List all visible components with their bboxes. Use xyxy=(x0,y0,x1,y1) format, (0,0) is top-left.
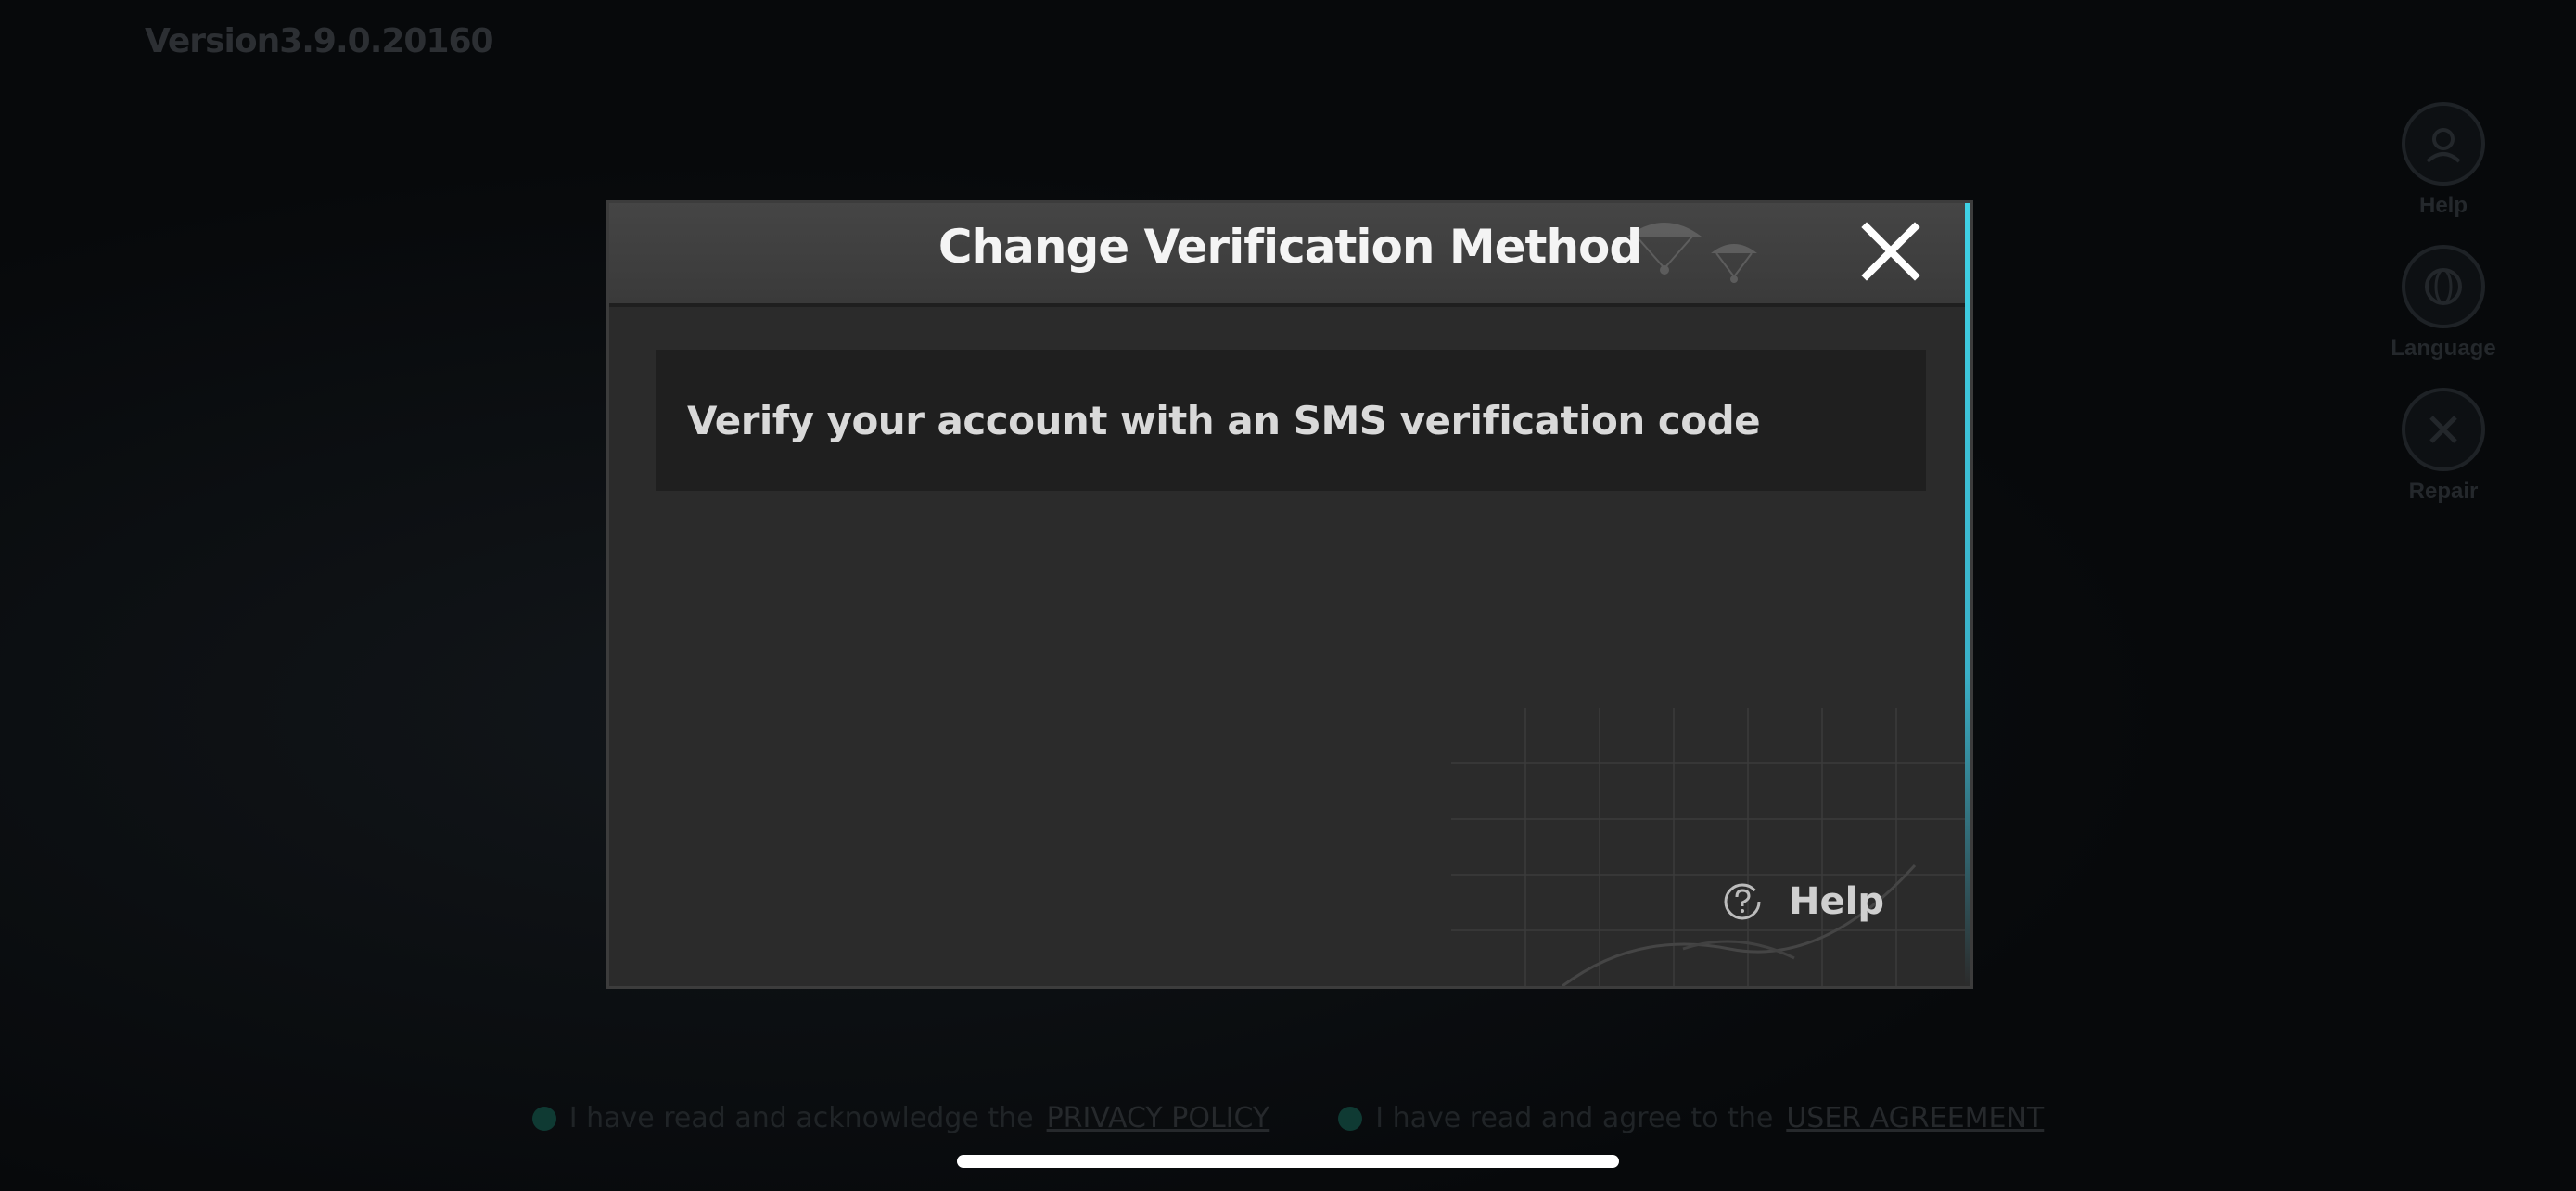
help-circle-icon xyxy=(1724,883,1761,920)
help-label: Help xyxy=(1789,880,1884,923)
home-indicator[interactable] xyxy=(957,1155,1619,1168)
close-button[interactable] xyxy=(1855,216,1926,287)
side-language-button[interactable]: Language xyxy=(2391,245,2496,362)
close-icon xyxy=(1861,222,1920,281)
dialog-header: Change Verification Method xyxy=(609,203,1970,307)
sms-verification-option[interactable]: Verify your account with an SMS verifica… xyxy=(656,350,1926,491)
agreement-checkbox[interactable] xyxy=(1338,1106,1363,1131)
side-help-label: Help xyxy=(2418,193,2468,218)
globe-icon xyxy=(2402,245,2485,328)
side-language-label: Language xyxy=(2391,336,2496,361)
privacy-text: I have read and acknowledge the xyxy=(568,1102,1034,1134)
dialog-title: Change Verification Method xyxy=(937,220,1642,274)
login-screen: Version3.9.0.20160 Help Language Repair … xyxy=(0,0,2576,1191)
change-verification-dialog: Change Verification Method Verify your a… xyxy=(606,200,1973,989)
map-grid-decoration xyxy=(1451,708,1970,986)
side-help-button[interactable]: Help xyxy=(2402,102,2485,219)
help-link[interactable]: Help xyxy=(1722,880,1884,923)
tools-icon xyxy=(2402,388,2485,471)
support-agent-icon xyxy=(2402,102,2485,186)
sms-verification-label: Verify your account with an SMS verifica… xyxy=(687,397,1761,443)
privacy-checkbox[interactable] xyxy=(531,1106,556,1131)
side-repair-label: Repair xyxy=(2408,479,2479,504)
agreement-footer: I have read and acknowledge the PRIVACY … xyxy=(0,1102,2576,1134)
version-label: Version3.9.0.20160 xyxy=(145,22,494,60)
privacy-policy-link[interactable]: PRIVACY POLICY xyxy=(1047,1102,1270,1134)
agreement-text: I have read and agree to the xyxy=(1375,1102,1774,1134)
user-agreement-link[interactable]: USER AGREEMENT xyxy=(1786,1102,2044,1134)
side-repair-button[interactable]: Repair xyxy=(2402,388,2485,505)
side-menu: Help Language Repair xyxy=(2374,102,2513,531)
